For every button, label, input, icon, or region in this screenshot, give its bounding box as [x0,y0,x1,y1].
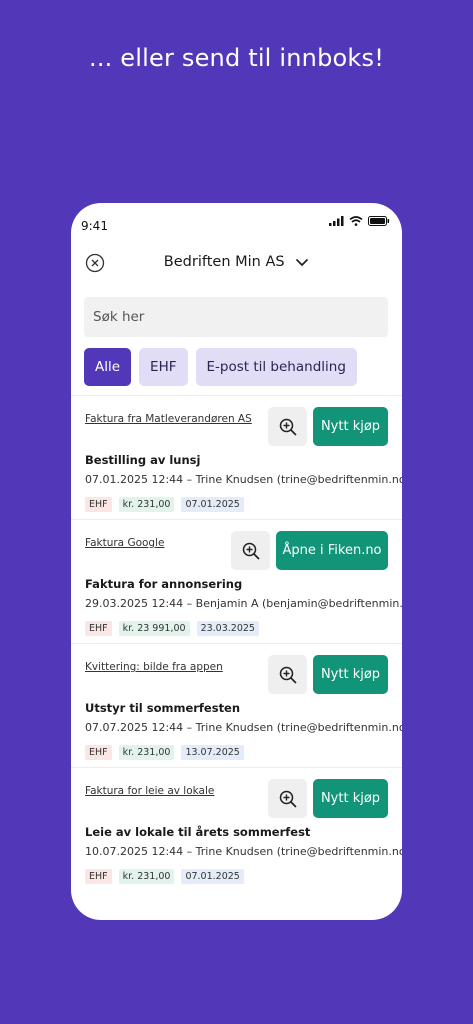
amount-badge: kr. 23 991,00 [118,621,190,636]
date-badge: 13.07.2025 [181,745,244,760]
search-placeholder: Søk her [93,309,145,325]
tag-row: EHF kr. 231,00 13.07.2025 [85,745,244,760]
document-meta: 29.03.2025 12:44 – Benjamin A (benjamin@… [85,597,402,610]
zoom-in-icon [279,666,297,684]
tag-row: EHF kr. 231,00 07.01.2025 [85,497,244,512]
status-bar: 9:41 [71,203,402,243]
open-in-fiken-button[interactable]: Åpne i Fiken.no [276,531,388,570]
company-selector[interactable]: Bedriften Min AS [71,254,402,270]
document-list: Faktura fra Matleverandøren AS Nytt kjøp… [71,395,402,891]
amount-badge: kr. 231,00 [118,869,175,884]
document-meta: 10.07.2025 12:44 – Trine Knudsen (trine@… [85,845,402,858]
new-purchase-button[interactable]: Nytt kjøp [313,655,388,694]
new-purchase-button[interactable]: Nytt kjøp [313,407,388,446]
battery-icon [368,216,390,226]
list-item: Kvittering: bilde fra appen Nytt kjøp Ut… [71,643,402,767]
header: Bedriften Min AS [71,243,402,293]
type-badge: EHF [85,497,112,512]
zoom-in-icon [279,418,297,436]
new-purchase-button[interactable]: Nytt kjøp [313,779,388,818]
status-icons [329,216,390,226]
document-meta: 07.07.2025 12:44 – Trine Knudsen (trine@… [85,721,402,734]
list-item: Faktura for leie av lokale Nytt kjøp Lei… [71,767,402,891]
filter-chip-alle[interactable]: Alle [84,348,132,386]
company-name: Bedriften Min AS [163,254,285,270]
wifi-icon [349,216,363,226]
filter-chip-epost[interactable]: E-post til behandling [195,348,357,386]
document-title-link[interactable]: Kvittering: bilde fra appen [85,661,223,673]
amount-badge: kr. 231,00 [118,497,175,512]
phone-screen: 9:41 Bedriften Min AS Søk her Alle EHF E… [71,203,402,920]
chevron-down-icon [296,258,309,266]
document-subject: Bestilling av lunsj [85,453,201,467]
type-badge: EHF [85,869,112,884]
zoom-in-icon [279,790,297,808]
preview-button[interactable] [268,407,307,446]
tag-row: EHF kr. 231,00 07.01.2025 [85,869,244,884]
date-badge: 07.01.2025 [181,497,244,512]
date-badge: 23.03.2025 [196,621,259,636]
amount-badge: kr. 231,00 [118,745,175,760]
document-title-link[interactable]: Faktura fra Matleverandøren AS [85,413,252,425]
zoom-in-icon [242,542,260,560]
search-input[interactable]: Søk her [84,297,388,337]
date-badge: 07.01.2025 [181,869,244,884]
list-item: Faktura Google Åpne i Fiken.no Faktura f… [71,519,402,643]
document-meta: 07.01.2025 12:44 – Trine Knudsen (trine@… [85,473,402,486]
filter-chips: Alle EHF E-post til behandling [84,348,357,386]
headline: ... eller send til innboks! [88,44,385,72]
filter-chip-ehf[interactable]: EHF [139,348,188,386]
signal-icon [329,216,344,226]
document-title-link[interactable]: Faktura for leie av lokale [85,785,214,797]
document-subject: Utstyr til sommerfesten [85,701,241,715]
preview-button[interactable] [231,531,270,570]
type-badge: EHF [85,621,112,636]
list-item: Faktura fra Matleverandøren AS Nytt kjøp… [71,395,402,519]
tag-row: EHF kr. 23 991,00 23.03.2025 [85,621,259,636]
preview-button[interactable] [268,779,307,818]
document-title-link[interactable]: Faktura Google [85,537,164,549]
status-time: 9:41 [81,219,108,233]
document-subject: Faktura for annonsering [85,577,243,591]
type-badge: EHF [85,745,112,760]
document-subject: Leie av lokale til årets sommerfest [85,825,311,839]
preview-button[interactable] [268,655,307,694]
